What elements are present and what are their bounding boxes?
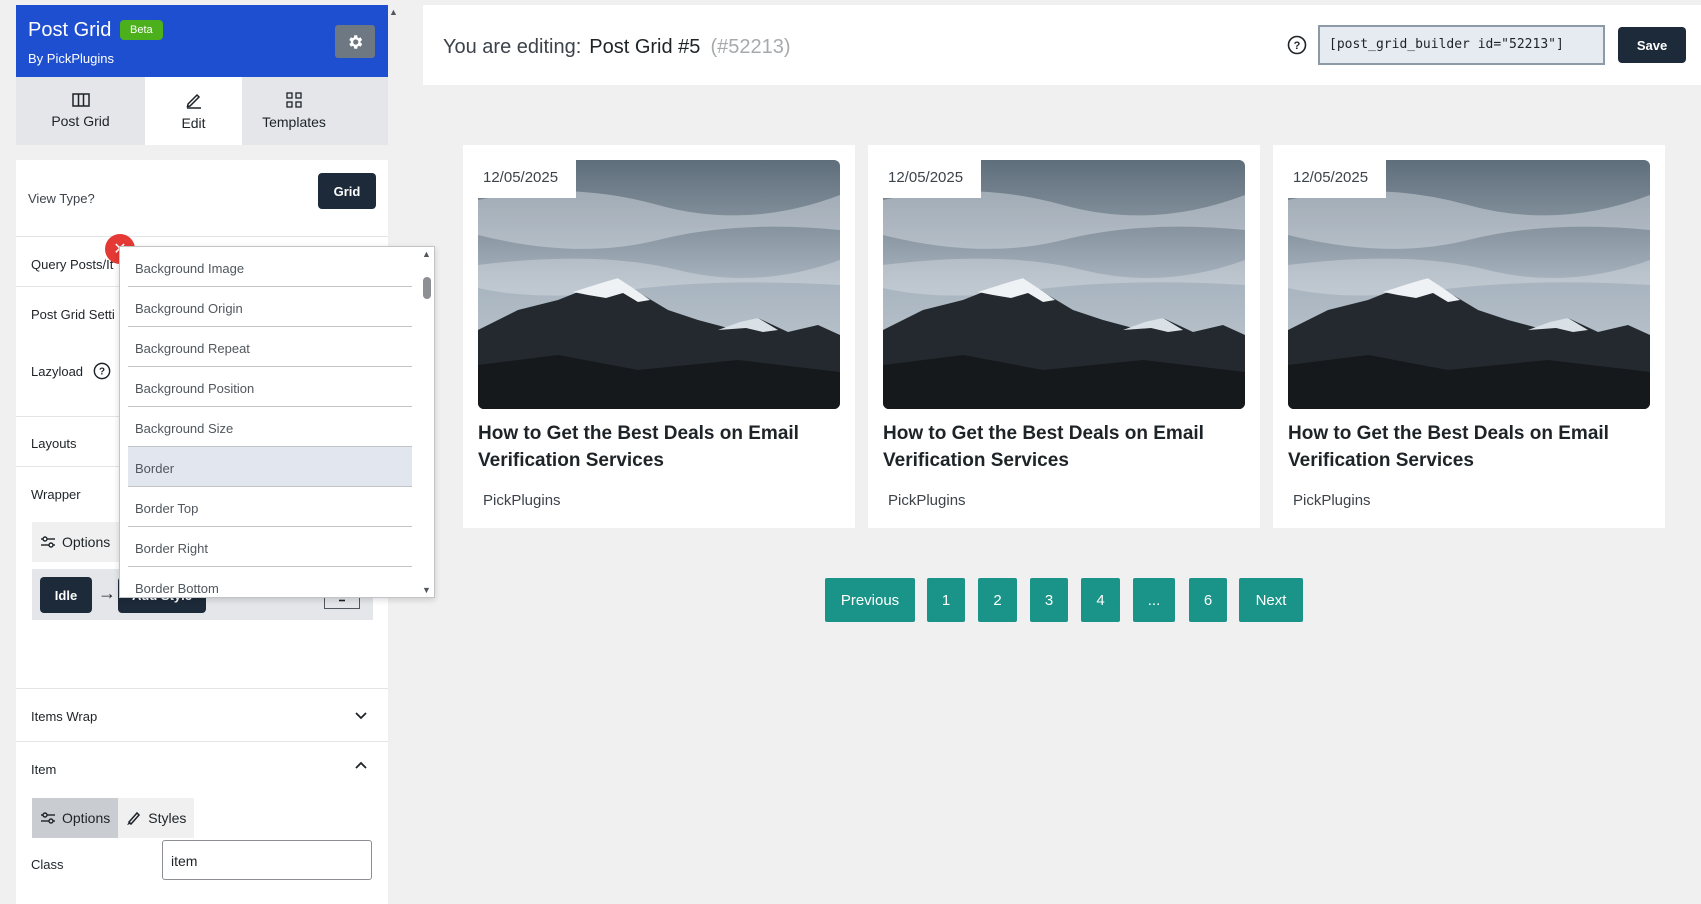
lazyload-label: Lazyload <box>31 363 84 379</box>
save-button[interactable]: Save <box>1618 27 1686 63</box>
idle-state-button[interactable]: Idle <box>40 577 92 613</box>
sliders-icon <box>41 536 55 548</box>
post-card[interactable]: 12/05/2025 How to Get the Best Deals on … <box>463 145 855 528</box>
columns-icon <box>71 93 90 107</box>
view-type-button[interactable]: Grid <box>318 173 376 209</box>
class-label: Class <box>31 857 64 872</box>
tab-label: Edit <box>181 115 206 131</box>
tab-label: Post Grid <box>51 113 110 129</box>
brand-byline: By PickPlugins <box>28 51 114 66</box>
pagination-page[interactable]: 1 <box>927 578 965 622</box>
svg-text:?: ? <box>99 367 105 378</box>
styles-label: Styles <box>148 810 187 826</box>
item-subtabs: Options Styles <box>32 798 195 838</box>
dropdown-option[interactable]: Background Repeat <box>128 327 412 367</box>
post-date: 12/05/2025 <box>1288 160 1387 198</box>
section-items-wrap[interactable]: Items Wrap <box>16 688 388 741</box>
section-item[interactable]: Item Options Styles Class item <box>16 741 388 904</box>
section-label: Post Grid Setti <box>31 307 115 322</box>
beta-badge: Beta <box>120 20 163 40</box>
post-date: 12/05/2025 <box>478 160 577 198</box>
dropdown-option[interactable]: Border Top <box>128 487 412 527</box>
dropdown-option[interactable]: Background Origin <box>128 287 412 327</box>
editor-topbar: You are editing: Post Grid #5 (#52213) ? [… <box>423 5 1701 85</box>
post-id: (#52213) <box>710 36 791 58</box>
dropdown-option[interactable]: Background Position <box>128 367 412 407</box>
dropdown-scrollbar[interactable]: ▲ ▼ <box>420 247 434 597</box>
pagination-page[interactable]: 3 <box>1030 578 1068 622</box>
tab-post-grid[interactable]: Post Grid <box>16 77 145 145</box>
post-date: 12/05/2025 <box>883 160 982 198</box>
svg-text:?: ? <box>1294 40 1301 52</box>
pagination-page[interactable]: 6 <box>1189 578 1227 622</box>
item-options-button[interactable]: Options <box>32 798 119 838</box>
dropdown-option[interactable]: Border Right <box>128 527 412 567</box>
options-label: Options <box>62 534 111 550</box>
item-styles-button[interactable]: Styles <box>118 798 194 838</box>
dropdown-option[interactable]: Background Size <box>128 407 412 447</box>
editing-heading: You are editing: Post Grid #5 (#52213) <box>443 36 791 59</box>
pagination-next[interactable]: Next <box>1239 578 1303 622</box>
post-card[interactable]: 12/05/2025 How to Get the Best Deals on … <box>1273 145 1665 528</box>
tab-templates[interactable]: Templates <box>242 77 346 145</box>
options-label: Options <box>62 810 111 826</box>
tab-edit[interactable]: Edit <box>145 77 242 145</box>
grid-icon <box>286 92 302 108</box>
class-input[interactable]: item <box>162 840 372 880</box>
chevron-down-icon <box>355 712 367 720</box>
arrow-right-icon: → <box>98 583 116 603</box>
post-title[interactable]: How to Get the Best Deals on Email Verif… <box>1288 420 1648 474</box>
view-type-row: View Type? Grid <box>16 160 388 236</box>
post-title[interactable]: How to Get the Best Deals on Email Verif… <box>478 420 838 474</box>
pagination-page[interactable]: 4 <box>1081 578 1120 622</box>
pagination-page[interactable]: ... <box>1133 578 1175 622</box>
brand-title: Post Grid <box>28 19 112 41</box>
scroll-up-arrow[interactable]: ▲ <box>389 7 398 17</box>
section-label: Wrapper <box>31 487 81 502</box>
dropdown-option[interactable]: Border Bottom <box>128 567 412 597</box>
sidebar-tabs: Post Grid Edit Templates <box>16 77 388 145</box>
editing-label: You are editing: <box>443 36 582 58</box>
gear-icon <box>349 34 363 49</box>
help-icon[interactable]: ? <box>1287 35 1307 55</box>
scroll-down-icon[interactable]: ▼ <box>422 585 431 595</box>
section-label: Layouts <box>31 436 77 451</box>
view-type-label: View Type? <box>28 191 95 206</box>
help-icon[interactable]: ? <box>93 362 111 380</box>
brush-icon <box>127 811 141 826</box>
scroll-up-icon[interactable]: ▲ <box>422 249 431 259</box>
post-author[interactable]: PickPlugins <box>1293 492 1371 509</box>
sliders-icon <box>41 812 55 824</box>
dropdown-option[interactable]: Background Image <box>128 247 412 287</box>
section-label: Items Wrap <box>31 709 98 724</box>
chevron-up-icon <box>355 761 367 769</box>
scrollbar-thumb[interactable] <box>423 277 431 299</box>
post-name: Post Grid #5 <box>589 36 701 58</box>
post-author[interactable]: PickPlugins <box>888 492 966 509</box>
section-label: Item <box>31 762 57 777</box>
pencil-icon <box>186 93 201 109</box>
pagination-page[interactable]: 2 <box>978 578 1017 622</box>
lazyload-row: Lazyload ? <box>31 362 111 380</box>
section-label: Query Posts/It <box>31 257 114 272</box>
tab-label: Templates <box>262 114 326 130</box>
pagination-previous[interactable]: Previous <box>825 578 915 622</box>
post-author[interactable]: PickPlugins <box>483 492 561 509</box>
post-card[interactable]: 12/05/2025 How to Get the Best Deals on … <box>868 145 1260 528</box>
style-property-dropdown: Background Image Background Origin Backgro… <box>119 246 435 598</box>
wrapper-options-button[interactable]: Options <box>32 522 118 562</box>
brand-header: Post Grid Beta By PickPlugins <box>16 5 388 77</box>
post-title[interactable]: How to Get the Best Deals on Email Verif… <box>883 420 1243 474</box>
settings-button[interactable] <box>335 25 375 58</box>
dropdown-option[interactable]: Border <box>128 447 412 487</box>
shortcode-field[interactable]: [post_grid_builder id="52213"] <box>1318 25 1605 65</box>
